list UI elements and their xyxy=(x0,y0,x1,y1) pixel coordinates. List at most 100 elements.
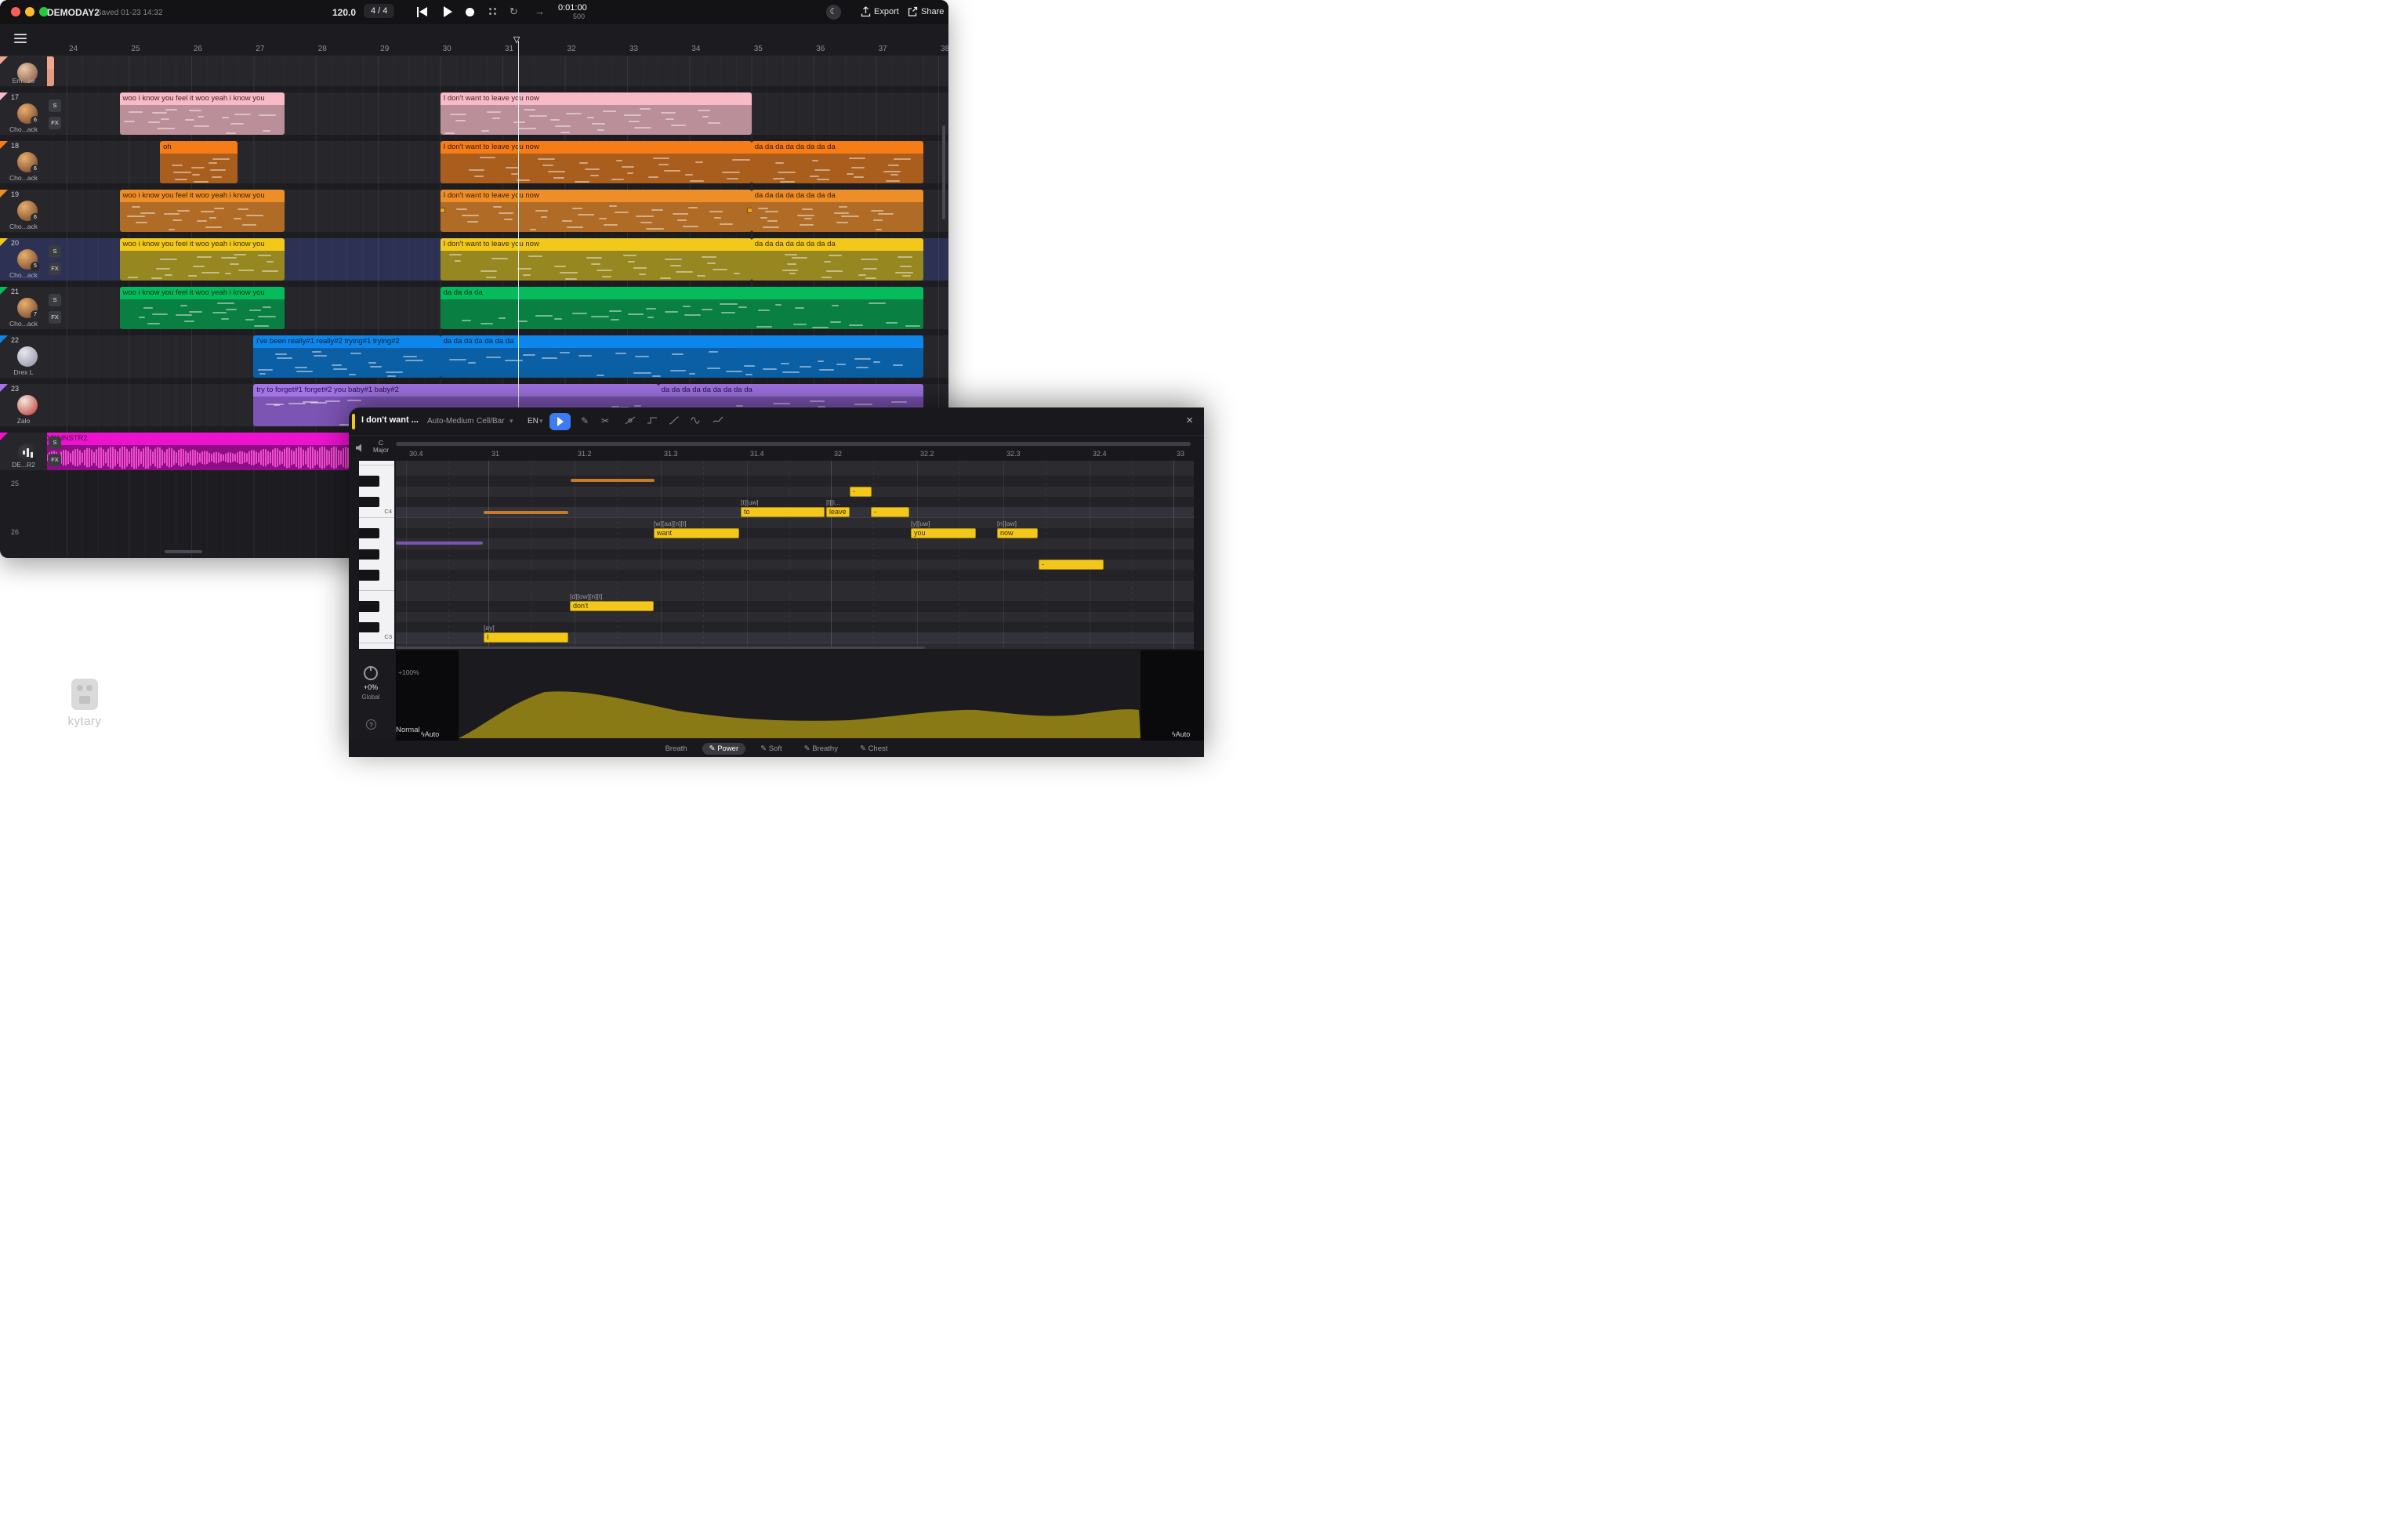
track-header[interactable]: DE...R2 xyxy=(0,433,47,470)
clip[interactable]: I don't want to leave you now xyxy=(441,141,752,183)
piano-key[interactable] xyxy=(359,476,394,486)
piano-key[interactable] xyxy=(359,528,394,538)
editor-play-button[interactable] xyxy=(549,413,571,430)
pitch-step-tool-icon[interactable] xyxy=(647,415,658,426)
clip[interactable]: i've been really#1 really#2 trying#1 try… xyxy=(253,335,440,378)
piano-key-black[interactable] xyxy=(359,570,379,580)
clip[interactable]: I don't want to leave you now xyxy=(441,92,752,135)
pitch-curve-tool-icon[interactable] xyxy=(669,415,680,426)
language-dropdown[interactable]: EN xyxy=(528,417,539,426)
piano-key-black[interactable] xyxy=(359,528,379,538)
auto-right-button[interactable]: ϟAuto xyxy=(1172,730,1190,738)
piano-key[interactable] xyxy=(359,497,394,507)
piano-key-black[interactable] xyxy=(359,549,379,560)
track-header[interactable]: 186Cho...ack xyxy=(0,141,47,183)
record-button[interactable] xyxy=(466,8,474,16)
clip[interactable]: da da da da da da da da xyxy=(752,141,923,183)
expression-tab-breathy[interactable]: ✎ Breathy xyxy=(797,743,845,755)
expression-tab-breath[interactable]: Breath xyxy=(658,743,694,755)
pencil-tool-icon[interactable]: ✎ xyxy=(581,415,589,426)
play-button[interactable] xyxy=(444,6,452,17)
fx-button[interactable]: FX xyxy=(49,311,61,324)
close-window-button[interactable] xyxy=(11,7,20,16)
clip[interactable]: woo i know you feel it woo yeah i know y… xyxy=(120,287,285,329)
time-signature[interactable]: 4 / 4 xyxy=(364,4,394,18)
param-mode[interactable]: Normal xyxy=(396,726,420,734)
menu-icon[interactable] xyxy=(14,34,27,43)
piano-key[interactable] xyxy=(359,612,394,622)
minimize-window-button[interactable] xyxy=(25,7,34,16)
expression-tab-soft[interactable]: ✎ Soft xyxy=(753,743,789,755)
expression-tab-power[interactable]: ✎ Power xyxy=(702,743,746,755)
solo-button[interactable]: S xyxy=(49,245,61,258)
track-header[interactable]: 196Cho...ack xyxy=(0,190,47,232)
piano-key[interactable] xyxy=(359,622,394,632)
piano-key[interactable] xyxy=(359,518,394,528)
help-icon[interactable]: ? xyxy=(366,719,376,730)
clip[interactable]: I don't want to leave you now xyxy=(441,190,752,232)
clip[interactable] xyxy=(47,56,54,86)
piano-key[interactable] xyxy=(359,570,394,580)
voice-mode-dropdown[interactable]: Auto-Medium xyxy=(427,417,473,426)
vibrato-tool-icon[interactable] xyxy=(691,415,702,426)
clip[interactable]: da da da da xyxy=(441,287,923,329)
clip[interactable]: da da da da da da da da xyxy=(752,190,923,232)
track-header[interactable]: 22Drex L xyxy=(0,335,47,378)
piano-key-black[interactable] xyxy=(359,497,379,507)
grid-mode-dropdown[interactable]: Cell/Bar xyxy=(477,417,505,426)
piano-key[interactable] xyxy=(359,549,394,560)
expression-tab-chest[interactable]: ✎ Chest xyxy=(853,743,894,755)
clip[interactable]: woo i know you feel it woo yeah i know y… xyxy=(120,238,285,281)
editor-minimap[interactable] xyxy=(396,442,1191,446)
piano-key[interactable] xyxy=(359,487,394,497)
roll-scrollbar[interactable] xyxy=(396,647,925,649)
bpm-display[interactable]: 120.0 xyxy=(332,7,356,18)
piano-key-black[interactable] xyxy=(359,476,379,486)
close-editor-icon[interactable]: × xyxy=(1186,414,1193,427)
piano-keyboard[interactable]: C4C3 xyxy=(359,461,394,649)
export-button[interactable]: Export xyxy=(874,7,899,16)
piano-key[interactable] xyxy=(359,591,394,601)
piano-key[interactable]: C4 xyxy=(359,507,394,517)
share-button[interactable]: Share xyxy=(921,7,944,16)
track-header[interactable]: 205Cho...ack xyxy=(0,238,47,281)
piano-key[interactable] xyxy=(359,465,394,476)
solo-button[interactable]: S xyxy=(49,436,61,449)
pitch-draw-tool-icon[interactable] xyxy=(713,415,723,426)
clip[interactable]: I don't want to leave you now xyxy=(441,238,752,281)
theme-toggle-icon[interactable]: ☾ xyxy=(826,5,841,20)
piano-key[interactable] xyxy=(359,538,394,549)
goto-end-icon[interactable]: → xyxy=(535,5,545,17)
pitch-line-tool-icon[interactable] xyxy=(625,415,636,426)
clip-handle-left[interactable] xyxy=(441,208,445,213)
piano-key-black[interactable] xyxy=(359,601,379,611)
vertical-scrollbar[interactable] xyxy=(942,125,945,219)
timeline-ruler[interactable]: 242526272829303132333435363738 xyxy=(0,24,948,56)
speaker-icon[interactable] xyxy=(355,444,364,452)
clip[interactable]: da da da da da da da da xyxy=(752,238,923,281)
playhead[interactable] xyxy=(518,41,519,470)
playhead-marker-icon[interactable]: ▽ xyxy=(513,34,520,45)
piano-key[interactable] xyxy=(359,581,394,591)
piano-key[interactable] xyxy=(359,601,394,611)
piano-key[interactable] xyxy=(359,643,394,649)
param-knob[interactable] xyxy=(364,666,378,680)
track-header[interactable]: 176Cho...ack xyxy=(0,92,47,135)
loop-icon[interactable]: ↻ xyxy=(510,5,518,18)
track-header[interactable]: 23Zalo xyxy=(0,384,47,426)
track-header[interactable]: Em...se xyxy=(0,56,47,86)
horizontal-scrollbar[interactable] xyxy=(165,550,202,553)
solo-button[interactable]: S xyxy=(49,294,61,306)
clip[interactable]: da da da da da da da xyxy=(441,335,923,378)
track-header[interactable]: 217Cho...ack xyxy=(0,287,47,329)
piano-key-black[interactable] xyxy=(359,622,379,632)
fx-button[interactable]: FX xyxy=(49,263,61,275)
auto-left-button[interactable]: ϟAuto xyxy=(421,730,439,738)
fx-button[interactable]: FX xyxy=(49,454,61,466)
clip[interactable]: oh xyxy=(160,141,238,183)
piano-key[interactable] xyxy=(359,560,394,570)
scissors-tool-icon[interactable]: ✂ xyxy=(601,415,609,426)
clip[interactable]: woo i know you feel it woo yeah i know y… xyxy=(120,190,285,232)
solo-button[interactable]: S xyxy=(49,100,61,112)
clip[interactable]: woo i know you feel it woo yeah i know y… xyxy=(120,92,285,135)
